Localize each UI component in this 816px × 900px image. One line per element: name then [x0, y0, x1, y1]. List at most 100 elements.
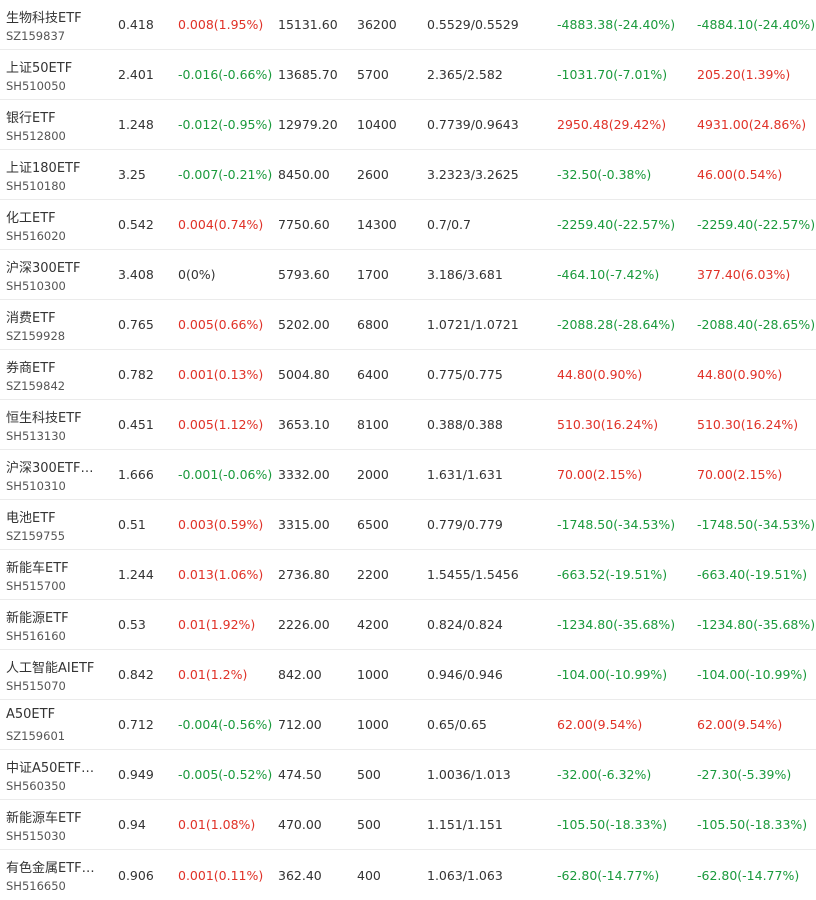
- change-cell: 0.01(1.08%): [178, 817, 256, 832]
- table-row[interactable]: 新能车ETF SH515700 1.244 0.013(1.06%) 2736.80 22…: [0, 550, 816, 600]
- pnl-cell: 44.80(0.90%): [557, 367, 643, 382]
- fund-name: 上证50ETF: [6, 61, 73, 76]
- cost-cell: 0.65/0.65: [427, 717, 487, 732]
- fund-name: 沪深300ETF: [6, 261, 81, 276]
- table-row[interactable]: 电池ETF SZ159755 0.51 0.003(0.59%) 3315.00 6500…: [0, 500, 816, 550]
- price-cell: 0.782: [118, 367, 154, 382]
- change-cell: 0.001(0.13%): [178, 367, 264, 382]
- name-cell: 新能源ETF SH516160: [6, 600, 110, 649]
- market-value-cell: 7750.60: [278, 217, 330, 232]
- fund-name: 银行ETF: [6, 111, 56, 126]
- fund-code: SH560350: [6, 779, 66, 793]
- market-value-cell: 2226.00: [278, 617, 330, 632]
- price-cell: 1.244: [118, 567, 154, 582]
- quantity-cell: 14300: [357, 217, 397, 232]
- market-value-cell: 13685.70: [278, 67, 338, 82]
- pnl-cell: -105.50(-18.33%): [557, 817, 668, 832]
- table-row[interactable]: 新能源车ETF SH515030 0.94 0.01(1.08%) 470.00 500 1…: [0, 800, 816, 850]
- quantity-cell: 36200: [357, 17, 397, 32]
- quantity-cell: 1700: [357, 267, 389, 282]
- table-row[interactable]: 化工ETF SH516020 0.542 0.004(0.74%) 7750.60 143…: [0, 200, 816, 250]
- change-cell: -0.005(-0.52%): [178, 767, 273, 782]
- name-cell: 沪深300ETF SH510300: [6, 250, 110, 299]
- fund-name: 中证A50ETF…: [6, 761, 95, 776]
- cost-cell: 0.7739/0.9643: [427, 117, 519, 132]
- table-row[interactable]: 银行ETF SH512800 1.248 -0.012(-0.95%) 12979.20…: [0, 100, 816, 150]
- pnl-total-cell: 377.40(6.03%): [697, 267, 791, 282]
- table-row[interactable]: 中证A50ETF… SH560350 0.949 -0.005(-0.52%) 474.…: [0, 750, 816, 800]
- name-cell: 电池ETF SZ159755: [6, 500, 110, 549]
- market-value-cell: 5004.80: [278, 367, 330, 382]
- table-row[interactable]: 上证50ETF SH510050 2.401 -0.016(-0.66%) 13685.…: [0, 50, 816, 100]
- market-value-cell: 470.00: [278, 817, 322, 832]
- table-row[interactable]: 券商ETF SZ159842 0.782 0.001(0.13%) 5004.80 640…: [0, 350, 816, 400]
- table-row[interactable]: 有色金属ETF… SH516650 0.906 0.001(0.11%) 362.40 4…: [0, 850, 816, 900]
- fund-name: 新能源车ETF: [6, 811, 82, 826]
- change-cell: -0.004(-0.56%): [178, 717, 273, 732]
- fund-code: SZ159842: [6, 379, 66, 393]
- market-value-cell: 15131.60: [278, 17, 338, 32]
- pnl-total-cell: 510.30(16.24%): [697, 417, 799, 432]
- pnl-total-cell: 44.80(0.90%): [697, 367, 783, 382]
- fund-name: 恒生科技ETF: [6, 411, 82, 426]
- fund-code: SZ159601: [6, 729, 66, 743]
- name-cell: 券商ETF SZ159842: [6, 350, 110, 399]
- fund-code: SH516020: [6, 229, 66, 243]
- pnl-cell: -1748.50(-34.53%): [557, 517, 676, 532]
- fund-code: SH516160: [6, 629, 66, 643]
- fund-name: 上证180ETF: [6, 161, 81, 176]
- pnl-total-cell: -104.00(-10.99%): [697, 667, 808, 682]
- table-row[interactable]: 恒生科技ETF SH513130 0.451 0.005(1.12%) 3653.10 8…: [0, 400, 816, 450]
- price-cell: 1.248: [118, 117, 154, 132]
- pnl-cell: -2259.40(-22.57%): [557, 217, 676, 232]
- fund-name: 电池ETF: [6, 511, 56, 526]
- cost-cell: 0.775/0.775: [427, 367, 503, 382]
- pnl-cell: 2950.48(29.42%): [557, 117, 667, 132]
- pnl-total-cell: 205.20(1.39%): [697, 67, 791, 82]
- pnl-cell: -464.10(-7.42%): [557, 267, 660, 282]
- fund-name: 有色金属ETF…: [6, 861, 95, 876]
- table-row[interactable]: 上证180ETF SH510180 3.25 -0.007(-0.21%) 8450.0…: [0, 150, 816, 200]
- table-row[interactable]: 人工智能AIETF SH515070 0.842 0.01(1.2%) 842.00 10…: [0, 650, 816, 700]
- fund-code: SH510050: [6, 79, 66, 93]
- fund-code: SH515700: [6, 579, 66, 593]
- market-value-cell: 362.40: [278, 867, 322, 883]
- table-row[interactable]: 生物科技ETF SZ159837 0.418 0.008(1.95%) 15131.60…: [0, 0, 816, 50]
- name-cell: A50ETF SZ159601: [6, 700, 110, 749]
- pnl-total-cell: -62.80(-14.77%): [697, 867, 800, 883]
- quantity-cell: 6400: [357, 367, 389, 382]
- name-cell: 新能源车ETF SH515030: [6, 800, 110, 849]
- pnl-cell: 62.00(9.54%): [557, 717, 643, 732]
- cost-cell: 0.779/0.779: [427, 517, 503, 532]
- table-row[interactable]: 消费ETF SZ159928 0.765 0.005(0.66%) 5202.00 680…: [0, 300, 816, 350]
- name-cell: 银行ETF SH512800: [6, 100, 110, 149]
- fund-code: SH516650: [6, 879, 66, 893]
- pnl-cell: -62.80(-14.77%): [557, 867, 660, 883]
- market-value-cell: 712.00: [278, 717, 322, 732]
- pnl-cell: -2088.28(-28.64%): [557, 317, 676, 332]
- pnl-total-cell: -2088.40(-28.65%): [697, 317, 816, 332]
- fund-name: 新能车ETF: [6, 561, 69, 576]
- name-cell: 人工智能AIETF SH515070: [6, 650, 110, 699]
- pnl-total-cell: -1234.80(-35.68%): [697, 617, 816, 632]
- fund-code: SH510180: [6, 179, 66, 193]
- pnl-cell: -104.00(-10.99%): [557, 667, 668, 682]
- market-value-cell: 3315.00: [278, 517, 330, 532]
- fund-code: SZ159755: [6, 529, 66, 543]
- table-row[interactable]: 沪深300ETF… SH510310 1.666 -0.001(-0.06%) 3332…: [0, 450, 816, 500]
- cost-cell: 1.151/1.151: [427, 817, 503, 832]
- name-cell: 新能车ETF SH515700: [6, 550, 110, 599]
- quantity-cell: 2000: [357, 467, 389, 482]
- market-value-cell: 12979.20: [278, 117, 338, 132]
- change-cell: 0.001(0.11%): [178, 867, 264, 883]
- cost-cell: 3.186/3.681: [427, 267, 503, 282]
- pnl-cell: -1234.80(-35.68%): [557, 617, 676, 632]
- fund-code: SH512800: [6, 129, 66, 143]
- pnl-total-cell: 46.00(0.54%): [697, 167, 783, 182]
- table-row[interactable]: 沪深300ETF SH510300 3.408 0(0%) 5793.60 1700 3.1…: [0, 250, 816, 300]
- quantity-cell: 2200: [357, 567, 389, 582]
- table-row[interactable]: 新能源ETF SH516160 0.53 0.01(1.92%) 2226.00 4200…: [0, 600, 816, 650]
- table-row[interactable]: A50ETF SZ159601 0.712 -0.004(-0.56%) 712.00 1…: [0, 700, 816, 750]
- fund-code: SH515030: [6, 829, 66, 843]
- quantity-cell: 400: [357, 867, 381, 883]
